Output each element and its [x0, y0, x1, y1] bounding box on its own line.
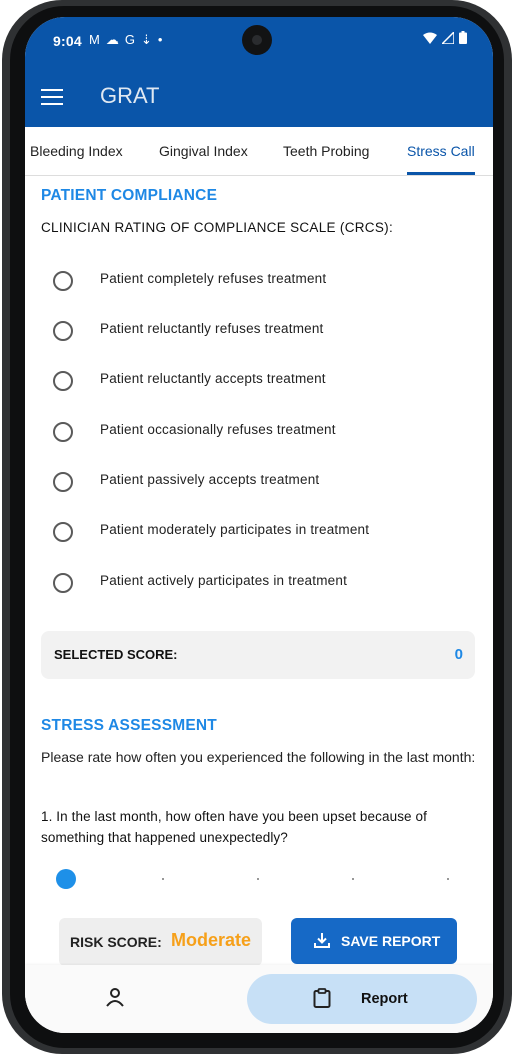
radio-button[interactable] [53, 422, 73, 442]
compliance-title: PATIENT COMPLIANCE [41, 187, 218, 204]
slider-tick [162, 878, 164, 880]
google-icon: G [124, 32, 135, 47]
gmail-icon: M [89, 32, 100, 47]
compliance-option[interactable]: Patient passively accepts treatment [25, 468, 493, 498]
cloud-icon: ☁ [105, 32, 119, 47]
tab-bleeding-index[interactable]: Bleeding Index [30, 143, 123, 159]
option-label: Patient occasionally refuses treatment [100, 422, 336, 437]
status-bar: 9:04 M ☁ G ⇣ • [25, 17, 493, 65]
stress-question: 1. In the last month, how often have you… [41, 809, 427, 845]
active-tab-indicator [407, 172, 475, 175]
selected-score-value: 0 [454, 646, 463, 663]
wifi-icon [423, 32, 437, 44]
tab-teeth-probing[interactable]: Teeth Probing [283, 143, 369, 159]
risk-score-value: Moderate [171, 930, 252, 950]
bottom-navigation: Report [25, 965, 493, 1033]
option-label: Patient reluctantly accepts treatment [100, 371, 326, 386]
person-icon[interactable] [105, 987, 125, 1007]
radio-button[interactable] [53, 321, 73, 341]
radio-button[interactable] [53, 573, 73, 593]
selected-score-label: SELECTED SCORE: [54, 647, 178, 662]
radio-button[interactable] [53, 371, 73, 391]
slider-tick [352, 878, 354, 880]
crcs-label: CLINICIAN RATING OF COMPLIANCE SCALE (CR… [41, 220, 393, 235]
tab-bar: Bleeding Index Gingival Index Teeth Prob… [25, 127, 493, 176]
option-label: Patient completely refuses treatment [100, 271, 327, 286]
dot-icon: • [157, 32, 163, 47]
compliance-option[interactable]: Patient reluctantly refuses treatment [25, 317, 493, 347]
status-time: 9:04 [53, 33, 82, 49]
hamburger-menu-icon[interactable] [41, 89, 63, 105]
system-icons [423, 31, 467, 44]
report-nav-item[interactable]: Report [247, 974, 477, 1024]
save-report-label: SAVE REPORT [341, 933, 441, 949]
compliance-option[interactable]: Patient reluctantly accepts treatment [25, 367, 493, 397]
compliance-option[interactable]: Patient occasionally refuses treatment [25, 418, 493, 448]
compliance-option[interactable]: Patient completely refuses treatment [25, 267, 493, 297]
save-report-button[interactable]: SAVE REPORT [291, 918, 457, 964]
download-icon: ⇣ [140, 32, 152, 47]
slider-tick [447, 878, 449, 880]
compliance-option[interactable]: Patient moderately participates in treat… [25, 518, 493, 548]
radio-button[interactable] [53, 271, 73, 291]
camera-cutout [242, 25, 272, 55]
notification-icons: M ☁ G ⇣ • [89, 32, 162, 48]
risk-score-label: RISK SCORE: [70, 934, 162, 950]
risk-score-box: RISK SCORE: Moderate [59, 918, 262, 966]
radio-button[interactable] [53, 472, 73, 492]
option-label: Patient passively accepts treatment [100, 472, 320, 487]
stress-instruction: Please rate how often you experienced th… [41, 749, 476, 765]
tab-stress-call[interactable]: Stress Call [407, 143, 475, 159]
report-label: Report [361, 991, 408, 1007]
download-icon [314, 933, 330, 948]
tab-gingival-index[interactable]: Gingival Index [159, 143, 248, 159]
screen: 9:04 M ☁ G ⇣ • GRAT Bleeding Index Gingi… [25, 17, 493, 1033]
slider-tick [257, 878, 259, 880]
option-label: Patient reluctantly refuses treatment [100, 321, 324, 336]
signal-icon [442, 31, 454, 44]
option-label: Patient actively participates in treatme… [100, 573, 348, 588]
slider-thumb[interactable] [56, 869, 76, 889]
app-bar: GRAT [25, 65, 493, 127]
app-title: GRAT [100, 83, 160, 108]
compliance-option[interactable]: Patient actively participates in treatme… [25, 569, 493, 599]
stress-title: STRESS ASSESSMENT [41, 717, 217, 734]
selected-score-box: SELECTED SCORE: 0 [41, 631, 475, 679]
option-label: Patient moderately participates in treat… [100, 522, 370, 537]
main-content: PATIENT COMPLIANCE CLINICIAN RATING OF C… [25, 176, 493, 966]
clipboard-icon [313, 988, 331, 1008]
radio-button[interactable] [53, 522, 73, 542]
battery-icon [459, 31, 467, 44]
